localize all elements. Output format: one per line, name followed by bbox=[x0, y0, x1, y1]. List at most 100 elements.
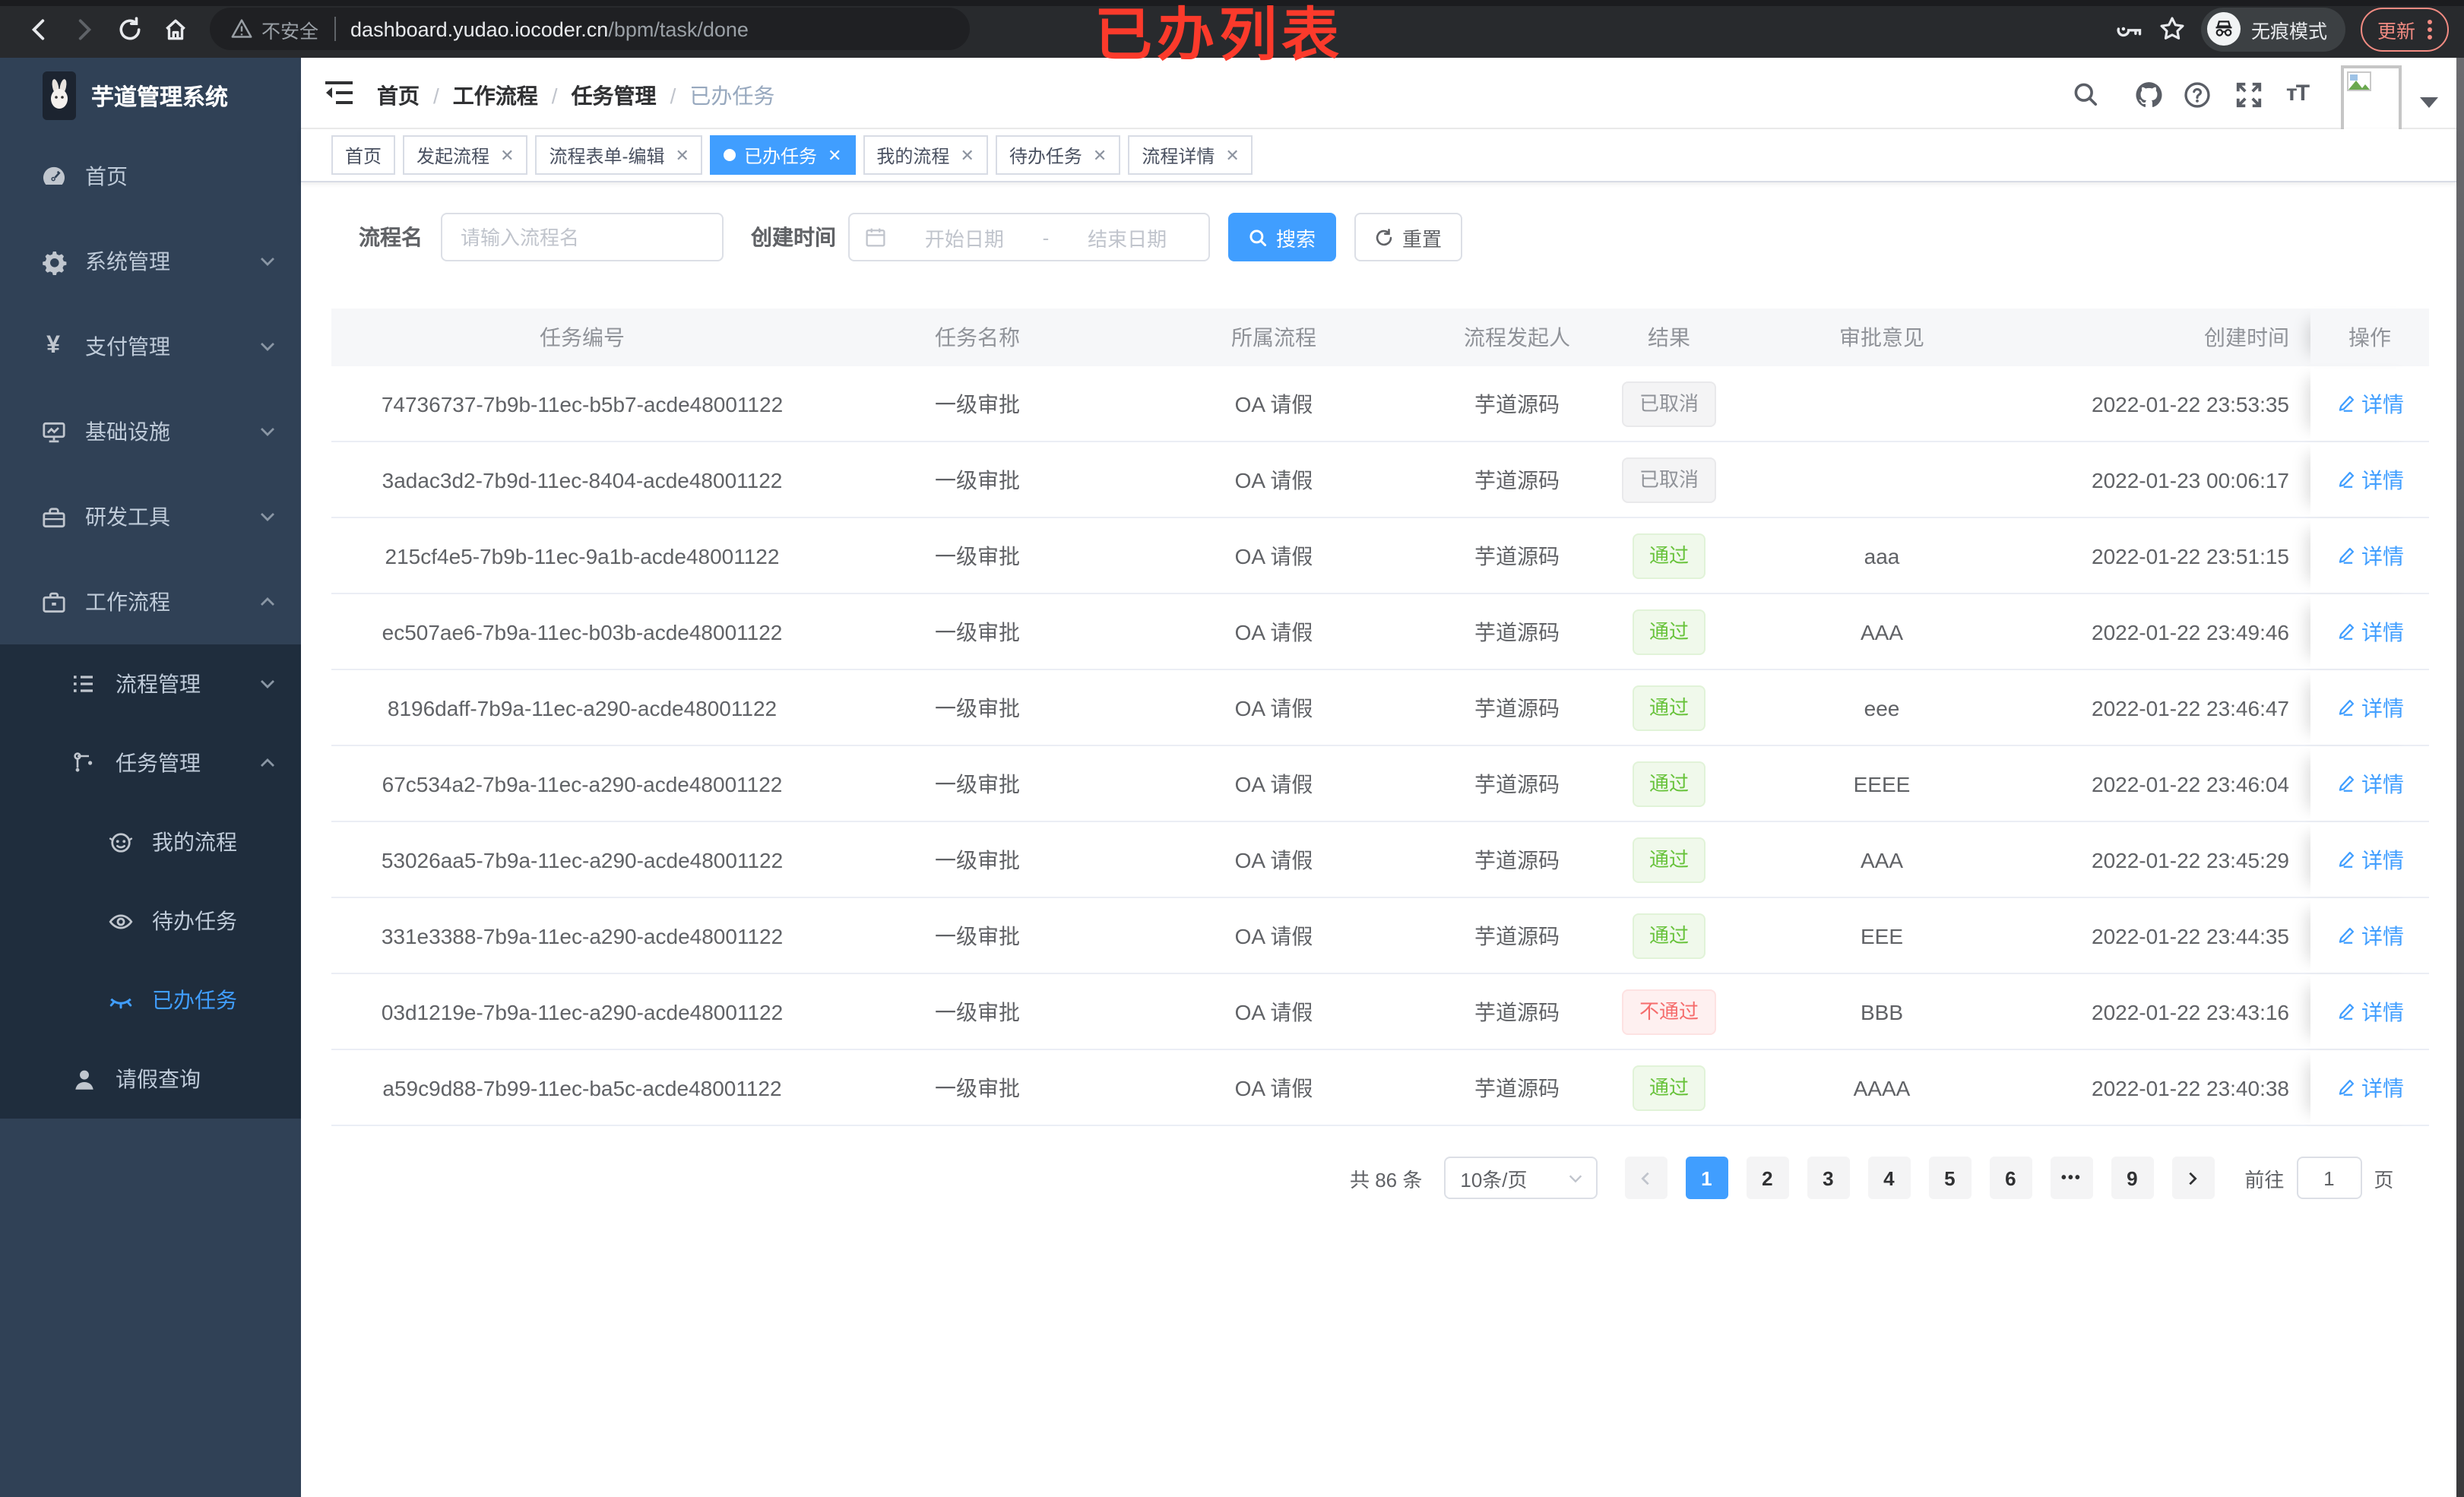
detail-button[interactable]: 详情 bbox=[2336, 1072, 2404, 1103]
sidebar-item-workflow[interactable]: 工作流程 bbox=[0, 559, 301, 644]
collapse-sidebar-button[interactable] bbox=[324, 79, 354, 106]
page-button-6[interactable]: 6 bbox=[1989, 1157, 2032, 1199]
close-icon[interactable]: ✕ bbox=[1093, 145, 1107, 165]
sidebar-item-label: 任务管理 bbox=[116, 751, 201, 775]
browser-back-button[interactable] bbox=[15, 6, 61, 52]
close-icon[interactable]: ✕ bbox=[828, 145, 841, 165]
sidebar-item-my-process[interactable]: 我的流程 bbox=[0, 802, 301, 881]
browser-home-button[interactable] bbox=[152, 6, 198, 52]
active-dot bbox=[724, 149, 736, 161]
table-header-row: 任务编号 任务名称 所属流程 流程发起人 结果 审批意见 创建时间 操作 bbox=[331, 309, 2429, 366]
page-button-3[interactable]: 3 bbox=[1807, 1157, 1850, 1199]
cell-task-id: 215cf4e5-7b9b-11ec-9a1b-acde48001122 bbox=[385, 543, 780, 568]
close-icon[interactable]: ✕ bbox=[1225, 145, 1239, 165]
page-size-select[interactable]: 10条/页 bbox=[1443, 1157, 1598, 1199]
detail-button[interactable]: 详情 bbox=[2336, 996, 2404, 1027]
detail-button[interactable]: 详情 bbox=[2336, 768, 2404, 799]
table-row: 03d1219e-7b9a-11ec-a290-acde48001122 一级审… bbox=[331, 974, 2429, 1050]
tab-start-process[interactable]: 发起流程 ✕ bbox=[403, 135, 528, 175]
sidebar-item-process-management[interactable]: 流程管理 bbox=[0, 644, 301, 723]
tab-home[interactable]: 首页 bbox=[331, 135, 396, 175]
tags-view-bar: 首页 发起流程 ✕ 流程表单-编辑 ✕ 已办任务 ✕ 我的流程 ✕ 待办任务 ✕… bbox=[301, 129, 2456, 182]
user-icon bbox=[70, 1066, 97, 1092]
header-search-button[interactable] bbox=[2072, 81, 2099, 108]
search-label: 搜索 bbox=[1275, 227, 1316, 250]
cell-created: 2022-01-22 23:40:38 bbox=[2092, 1075, 2289, 1100]
sidebar-item-label: 流程管理 bbox=[116, 672, 201, 696]
tab-process-detail[interactable]: 流程详情 ✕ bbox=[1128, 135, 1253, 175]
page-button-5[interactable]: 5 bbox=[1928, 1157, 1972, 1199]
search-button[interactable]: 搜索 bbox=[1228, 213, 1336, 261]
next-page-button[interactable] bbox=[2171, 1157, 2215, 1199]
close-icon[interactable]: ✕ bbox=[500, 145, 514, 165]
more-pages-button[interactable]: ••• bbox=[2050, 1157, 2093, 1199]
detail-button[interactable]: 详情 bbox=[2336, 616, 2404, 647]
cell-task-name: 一级审批 bbox=[935, 695, 1020, 720]
cell-comment: EEEE bbox=[1853, 771, 1911, 796]
cell-initiator: 芋道源码 bbox=[1474, 619, 1560, 644]
tab-todo-tasks[interactable]: 待办任务 ✕ bbox=[995, 135, 1121, 175]
breadcrumb-workflow[interactable]: 工作流程 bbox=[453, 81, 538, 111]
chevron-left-icon bbox=[1641, 1171, 1650, 1185]
sidebar-item-devtools[interactable]: 研发工具 bbox=[0, 474, 301, 559]
cell-task-id: 03d1219e-7b9a-11ec-a290-acde48001122 bbox=[381, 999, 784, 1024]
fullscreen-button[interactable] bbox=[2234, 81, 2263, 109]
breadcrumb-task-management[interactable]: 任务管理 bbox=[572, 81, 657, 111]
page-button-4[interactable]: 4 bbox=[1867, 1157, 1911, 1199]
url-text: dashboard.yudao.iocoder.cn/bpm/task/done bbox=[350, 17, 749, 40]
detail-button[interactable]: 详情 bbox=[2336, 388, 2404, 419]
sidebar-item-done-tasks[interactable]: 已办任务 bbox=[0, 961, 301, 1040]
close-icon[interactable]: ✕ bbox=[960, 145, 974, 165]
security-status[interactable]: 不安全 bbox=[231, 14, 318, 43]
github-link[interactable] bbox=[2134, 81, 2163, 109]
detail-button[interactable]: 详情 bbox=[2336, 920, 2404, 951]
password-key-icon[interactable] bbox=[2116, 15, 2143, 43]
sidebar-item-todo-tasks[interactable]: 待办任务 bbox=[0, 881, 301, 961]
cell-task-name: 一级审批 bbox=[935, 999, 1020, 1024]
detail-button[interactable]: 详情 bbox=[2336, 464, 2404, 495]
cell-comment: EEE bbox=[1860, 923, 1903, 948]
tab-process-form-edit[interactable]: 流程表单-编辑 ✕ bbox=[535, 135, 703, 175]
help-button[interactable] bbox=[2183, 81, 2212, 109]
table-row: 331e3388-7b9a-11ec-a290-acde48001122 一级审… bbox=[331, 898, 2429, 974]
breadcrumb-home[interactable]: 首页 bbox=[377, 81, 420, 111]
process-name-input[interactable] bbox=[441, 213, 724, 261]
browser-menu-icon[interactable] bbox=[2428, 19, 2432, 39]
start-date-placeholder[interactable]: 开始日期 bbox=[898, 223, 1031, 252]
end-date-placeholder[interactable]: 结束日期 bbox=[1061, 223, 1193, 252]
page-button-2[interactable]: 2 bbox=[1746, 1157, 1789, 1199]
sidebar-item-system[interactable]: 系统管理 bbox=[0, 219, 301, 304]
sidebar-item-task-management[interactable]: 任务管理 bbox=[0, 723, 301, 802]
sidebar-item-infrastructure[interactable]: 基础设施 bbox=[0, 389, 301, 474]
cell-process: OA 请假 bbox=[1234, 543, 1313, 568]
close-icon[interactable]: ✕ bbox=[676, 145, 689, 165]
cell-process: OA 请假 bbox=[1234, 847, 1313, 872]
prev-page-button[interactable] bbox=[1624, 1157, 1667, 1199]
sidebar-item-leave-query[interactable]: 请假查询 bbox=[0, 1040, 301, 1119]
tab-my-process[interactable]: 我的流程 ✕ bbox=[863, 135, 988, 175]
cell-task-id: 8196daff-7b9a-11ec-a290-acde48001122 bbox=[387, 695, 778, 720]
col-header-process: 所属流程 bbox=[1231, 325, 1316, 350]
bookmark-star-icon[interactable] bbox=[2158, 15, 2186, 43]
app-logo[interactable]: 芋道管理系统 bbox=[0, 58, 301, 134]
browser-reload-button[interactable] bbox=[106, 6, 152, 52]
browser-forward-button[interactable] bbox=[61, 6, 106, 52]
browser-update-button[interactable]: 更新 bbox=[2360, 7, 2449, 51]
page-button-1[interactable]: 1 bbox=[1685, 1157, 1728, 1199]
tab-done-tasks[interactable]: 已办任务 ✕ bbox=[710, 135, 856, 175]
page-button-9[interactable]: 9 bbox=[2111, 1157, 2154, 1199]
avatar-dropdown-caret[interactable] bbox=[2420, 97, 2438, 108]
cell-initiator: 芋道源码 bbox=[1474, 695, 1560, 720]
date-range-picker[interactable]: 开始日期 - 结束日期 bbox=[848, 213, 1210, 261]
font-size-button[interactable]: тT bbox=[2286, 81, 2310, 106]
reset-button[interactable]: 重置 bbox=[1354, 213, 1462, 261]
sidebar-item-home[interactable]: 首页 bbox=[0, 134, 301, 219]
detail-button[interactable]: 详情 bbox=[2336, 540, 2404, 571]
address-bar[interactable]: 不安全 dashboard.yudao.iocoder.cn/bpm/task/… bbox=[210, 8, 970, 50]
detail-button[interactable]: 详情 bbox=[2336, 692, 2404, 723]
sidebar-item-payment[interactable]: ¥ 支付管理 bbox=[0, 304, 301, 389]
goto-page-input[interactable] bbox=[2296, 1157, 2362, 1199]
cell-initiator: 芋道源码 bbox=[1474, 847, 1560, 872]
detail-button[interactable]: 详情 bbox=[2336, 844, 2404, 875]
user-avatar[interactable] bbox=[2341, 65, 2402, 138]
